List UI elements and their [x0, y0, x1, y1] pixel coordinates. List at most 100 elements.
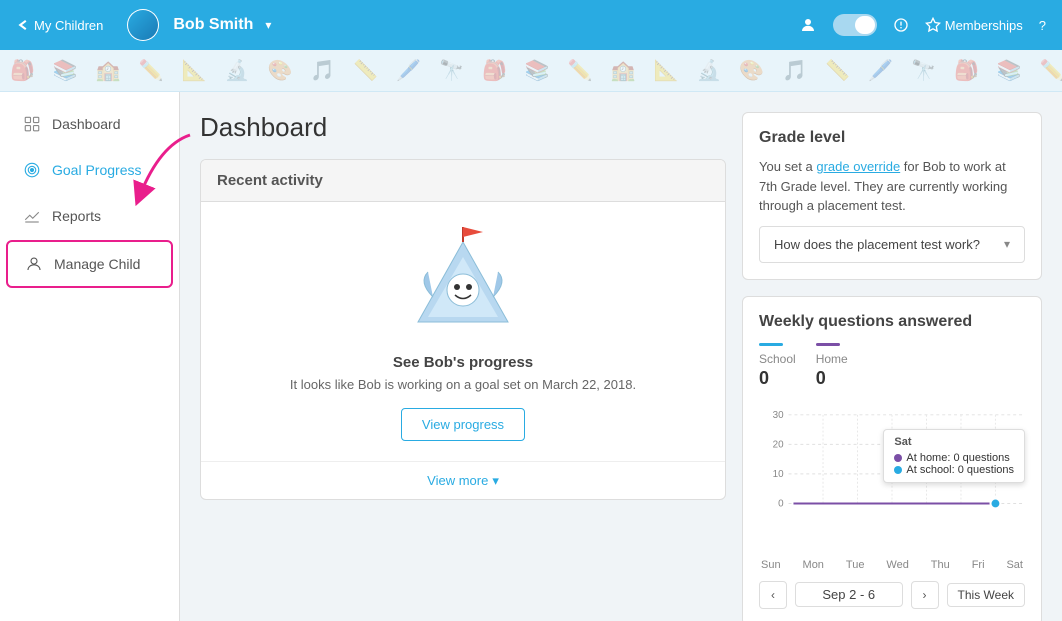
grade-override-link[interactable]: grade override: [816, 159, 900, 174]
grade-level-title: Grade level: [759, 129, 1025, 147]
deco-icon-14: ✏️: [568, 56, 593, 86]
grade-level-card: Grade level You set a grade override for…: [742, 112, 1042, 280]
deco-icon-16: 📐: [654, 56, 679, 86]
username-caret[interactable]: ▾: [265, 18, 271, 32]
tooltip-home-line: At home: 0 questions: [894, 452, 1014, 464]
deco-icon-15: 🏫: [611, 56, 636, 86]
weekly-legend: School 0 Home 0: [759, 343, 1025, 389]
deco-strip: 🎒 📚 🏫 ✏️ 📐 🔬 🎨 🎵 📏 🖊️ 🔭 🎒 📚 ✏️ 🏫 📐 🔬 🎨 🎵…: [0, 50, 1062, 92]
memberships-btn[interactable]: Memberships: [925, 17, 1023, 33]
deco-icon-22: 🔭: [911, 56, 936, 86]
x-label-tue: Tue: [846, 559, 865, 571]
sidebar-label-dashboard: Dashboard: [52, 116, 121, 132]
manage-icon: [24, 254, 44, 274]
memberships-label: Memberships: [945, 18, 1023, 33]
content-left: Dashboard Recent activity: [200, 112, 726, 601]
deco-icon-3: 🏫: [96, 56, 121, 86]
deco-icon-5: 📐: [182, 56, 207, 86]
header: My Children Bob Smith ▾ Memberships: [0, 0, 1062, 50]
sidebar-item-dashboard[interactable]: Dashboard: [6, 102, 173, 146]
content-right: Grade level You set a grade override for…: [742, 112, 1042, 601]
deco-icon-1: 🎒: [10, 56, 35, 86]
deco-icon-20: 📏: [825, 56, 850, 86]
toggle-switch[interactable]: [833, 14, 877, 36]
svg-text:10: 10: [773, 468, 784, 479]
chart-container: 30 20 10 0: [759, 399, 1025, 559]
deco-icon-7: 🎨: [267, 56, 292, 86]
deco-icon-10: 🖊️: [396, 56, 421, 86]
avatar: [127, 9, 159, 41]
deco-icon-9: 📏: [353, 56, 378, 86]
accordion-header[interactable]: How does the placement test work? ▾: [760, 227, 1024, 262]
sidebar-item-manage-child[interactable]: Manage Child: [6, 240, 173, 288]
accordion-label: How does the placement test work?: [774, 237, 980, 252]
dashboard-icon: [22, 114, 42, 134]
view-more-label: View more: [427, 473, 488, 488]
next-week-button[interactable]: ›: [911, 581, 939, 609]
legend-home: Home 0: [816, 343, 848, 389]
back-button[interactable]: My Children: [16, 18, 103, 33]
deco-icon-8: 🎵: [310, 56, 335, 86]
tooltip-school-line: At school: 0 questions: [894, 464, 1014, 476]
deco-icon-19: 🎵: [782, 56, 807, 86]
legend-school: School 0: [759, 343, 796, 389]
deco-icon-21: 🖊️: [868, 56, 893, 86]
deco-icon-17: 🔬: [697, 56, 722, 86]
tooltip-title: Sat: [894, 436, 1014, 448]
toggle-inner: [855, 16, 875, 34]
deco-icon-12: 🎒: [482, 56, 507, 86]
deco-icon-6: 🔬: [225, 56, 250, 86]
x-label-sat: Sat: [1006, 559, 1023, 571]
home-count: 0: [816, 368, 848, 389]
chart-tooltip: Sat At home: 0 questions At school: 0 qu…: [883, 429, 1025, 483]
this-week-button[interactable]: This Week: [947, 583, 1025, 607]
home-label: Home: [816, 352, 848, 366]
username[interactable]: Bob Smith: [173, 16, 253, 34]
user-icon-btn[interactable]: [799, 16, 817, 34]
card-desc: It looks like Bob is working on a goal s…: [221, 377, 705, 392]
accordion-caret-icon: ▾: [1004, 237, 1010, 251]
prev-week-button[interactable]: ‹: [759, 581, 787, 609]
x-label-sun: Sun: [761, 559, 781, 571]
goal-icon: [22, 160, 42, 180]
card-footer: View more ▾: [201, 461, 725, 499]
card-subtitle: See Bob's progress: [221, 354, 705, 371]
week-range-label: Sep 2 - 6: [795, 582, 903, 607]
svg-text:0: 0: [778, 498, 784, 509]
view-more-caret: ▾: [492, 473, 499, 489]
sidebar-item-reports[interactable]: Reports: [6, 194, 173, 238]
sidebar: Dashboard Goal Progress: [0, 92, 180, 621]
help-btn[interactable]: ?: [1039, 18, 1046, 33]
view-progress-button[interactable]: View progress: [401, 408, 525, 441]
grade-text-before: You set a: [759, 159, 816, 174]
sidebar-label-reports: Reports: [52, 208, 101, 224]
deco-icon-24: 📚: [997, 56, 1022, 86]
header-right: Memberships ?: [799, 14, 1046, 36]
grade-level-text: You set a grade override for Bob to work…: [759, 157, 1025, 216]
tooltip-home-dot: [894, 454, 902, 462]
deco-icon-23: 🎒: [954, 56, 979, 86]
home-legend-line: [816, 343, 840, 346]
weekly-questions-card: Weekly questions answered School 0 Home …: [742, 296, 1042, 621]
sidebar-item-goal-progress[interactable]: Goal Progress: [6, 148, 173, 192]
svg-text:30: 30: [773, 409, 784, 420]
account-icon-btn[interactable]: [893, 17, 909, 33]
content-area: Dashboard Recent activity: [180, 92, 1062, 621]
page-title: Dashboard: [200, 112, 726, 143]
sidebar-label-goal-progress: Goal Progress: [52, 162, 141, 178]
tooltip-school-text: At school: 0 questions: [906, 464, 1014, 476]
help-label: ?: [1039, 18, 1046, 33]
tooltip-school-dot: [894, 466, 902, 474]
tooltip-home-text: At home: 0 questions: [906, 452, 1009, 464]
x-label-wed: Wed: [886, 559, 908, 571]
deco-icon-18: 🎨: [739, 56, 764, 86]
school-legend-line: [759, 343, 783, 346]
back-label: My Children: [34, 18, 103, 33]
chart-x-labels: Sun Mon Tue Wed Thu Fri Sat: [759, 559, 1025, 571]
x-label-thu: Thu: [931, 559, 950, 571]
recent-activity-body: See Bob's progress It looks like Bob is …: [201, 202, 725, 461]
deco-icon-2: 📚: [53, 56, 78, 86]
deco-icon-25: ✏️: [1040, 56, 1062, 86]
view-more-link[interactable]: View more ▾: [427, 473, 499, 489]
weekly-title: Weekly questions answered: [759, 313, 1025, 331]
